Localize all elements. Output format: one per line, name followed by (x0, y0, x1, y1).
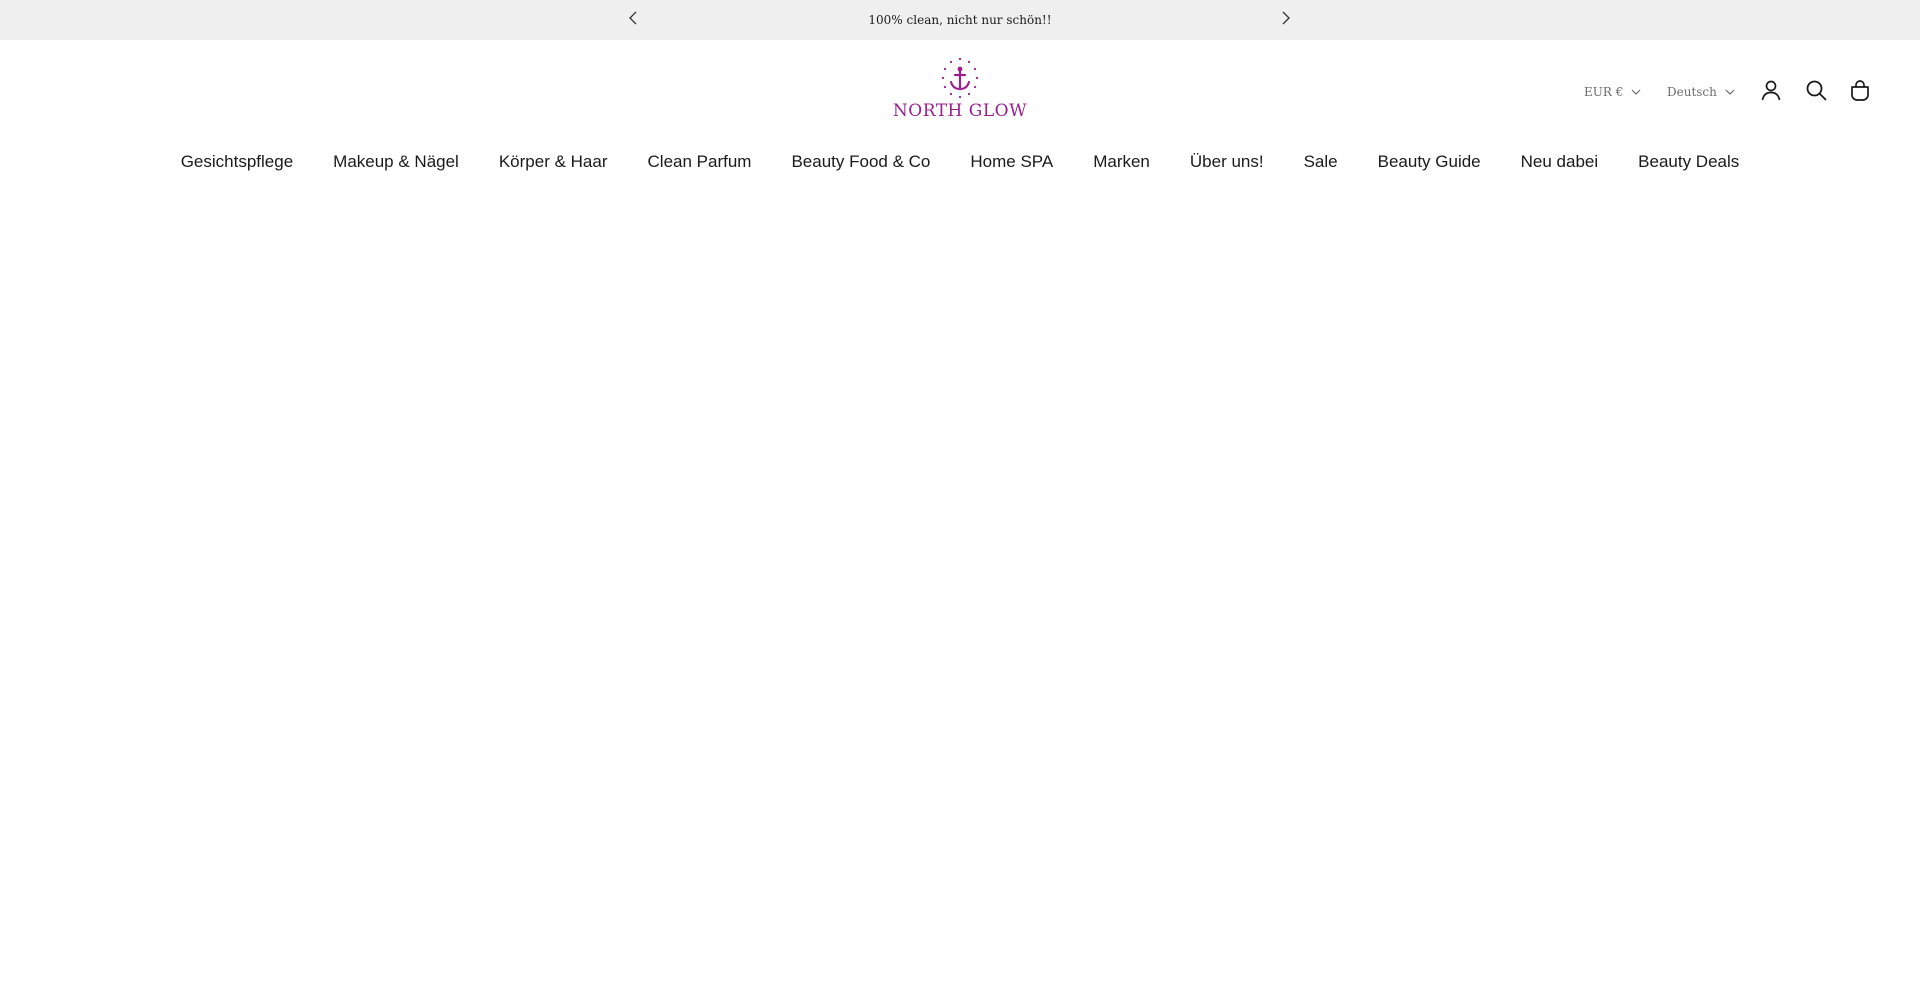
nav-item-koerper-haar[interactable]: Körper & Haar (499, 152, 608, 172)
nav-item-clean-parfum[interactable]: Clean Parfum (648, 152, 752, 172)
logo-text: NORTH GLOW (892, 101, 1028, 121)
announcement-next-button[interactable] (1276, 10, 1296, 30)
shopping-bag-icon (1849, 79, 1871, 106)
chevron-left-icon (628, 11, 638, 30)
currency-selected: EUR € (1584, 85, 1624, 99)
nav-item-sale[interactable]: Sale (1304, 152, 1338, 172)
search-icon (1805, 79, 1827, 106)
language-selected: Deutsch (1667, 85, 1717, 99)
nav-item-home-spa[interactable]: Home SPA (970, 152, 1053, 172)
logo-link[interactable]: NORTH GLOW (890, 56, 1030, 128)
chevron-down-icon (1631, 87, 1641, 97)
user-icon (1760, 79, 1782, 106)
cart-button[interactable] (1848, 79, 1872, 106)
nav-item-marken[interactable]: Marken (1093, 152, 1150, 172)
nav-item-beauty-guide[interactable]: Beauty Guide (1378, 152, 1481, 172)
chevron-right-icon (1281, 11, 1291, 30)
nav-item-makeup-naegel[interactable]: Makeup & Nägel (333, 152, 459, 172)
announcement-text: 100% clean, nicht nur schön!! (868, 13, 1052, 27)
announcement-bar: 100% clean, nicht nur schön!! (0, 0, 1920, 40)
nav-item-beauty-deals[interactable]: Beauty Deals (1638, 152, 1739, 172)
language-selector[interactable]: Deutsch (1667, 82, 1735, 102)
main-content (0, 190, 1920, 993)
anchor-icon (938, 56, 982, 100)
chevron-down-icon (1725, 87, 1735, 97)
nav-item-gesichtspflege[interactable]: Gesichtspflege (181, 152, 293, 172)
nav-item-beauty-food[interactable]: Beauty Food & Co (791, 152, 930, 172)
account-button[interactable] (1759, 80, 1783, 104)
site-header: NORTH GLOW EUR € Deutsch Gesichtspflege … (0, 40, 1920, 190)
main-navigation: Gesichtspflege Makeup & Nägel Körper & H… (0, 144, 1920, 180)
currency-selector[interactable]: EUR € (1584, 82, 1641, 102)
search-button[interactable] (1804, 80, 1828, 104)
nav-item-neu-dabei[interactable]: Neu dabei (1521, 152, 1599, 172)
nav-item-ueber-uns[interactable]: Über uns! (1190, 152, 1264, 172)
announcement-prev-button[interactable] (623, 10, 643, 30)
